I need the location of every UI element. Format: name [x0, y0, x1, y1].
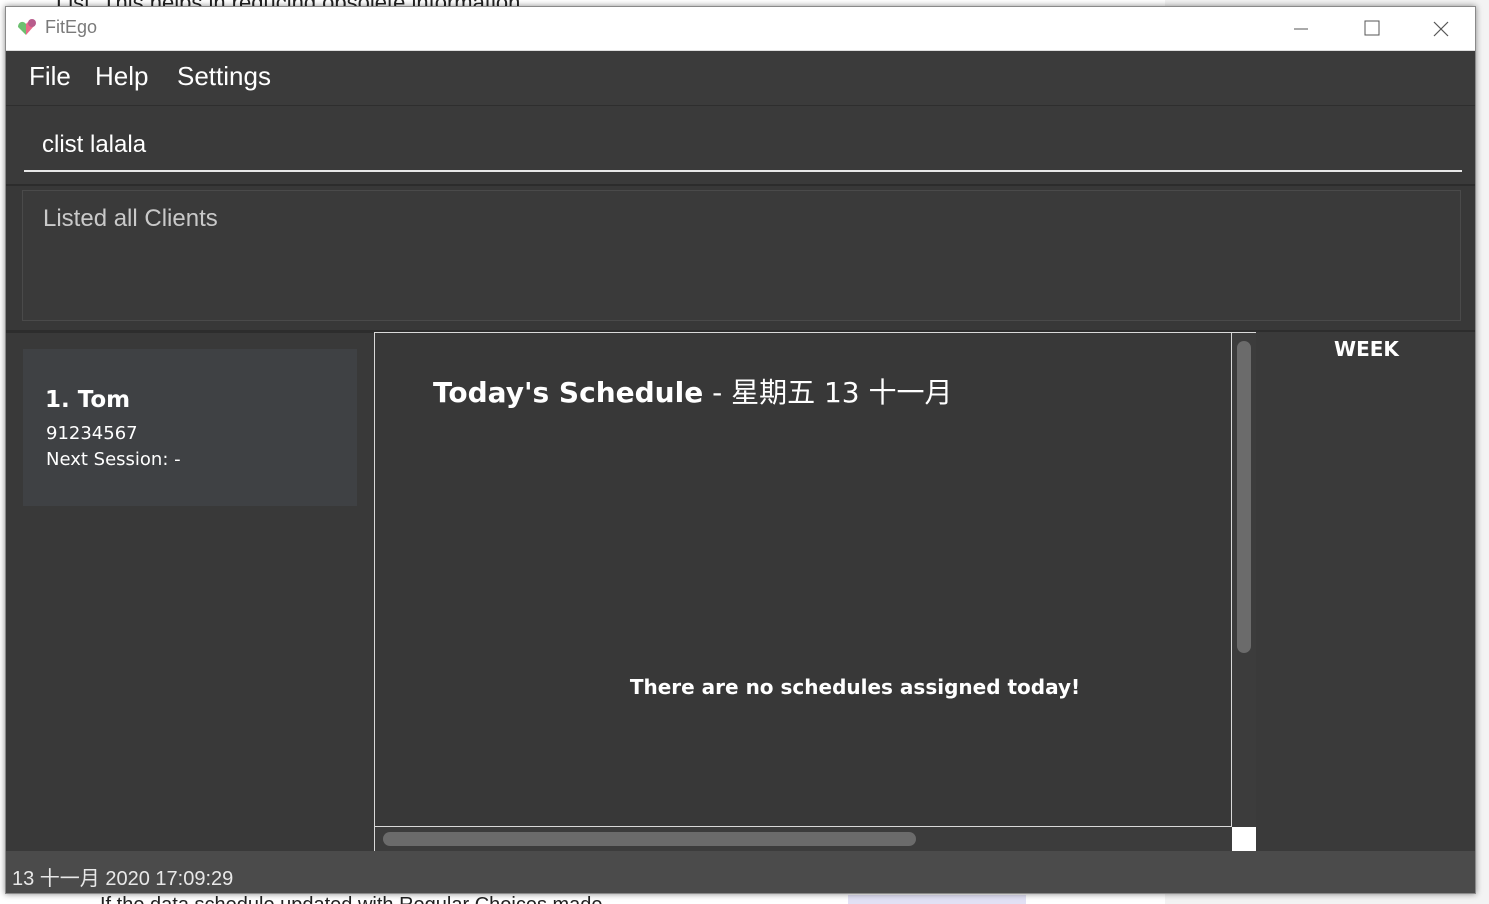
result-message: Listed all Clients: [43, 205, 218, 232]
schedule-panel: Today's Schedule - 星期五 13 十一月 There are …: [374, 332, 1256, 851]
vertical-scrollbar[interactable]: [1232, 333, 1256, 827]
status-bar: 13 十一月 2020 17:09:29: [6, 851, 1475, 893]
schedule-viewport: Today's Schedule - 星期五 13 十一月 There are …: [375, 333, 1232, 827]
menu-bar: File Help Settings: [6, 51, 1475, 107]
maximize-button[interactable]: [1336, 7, 1406, 51]
schedule-title: Today's Schedule - 星期五 13 十一月: [433, 371, 953, 411]
app-window: FitEgo File Help Settings Listed all Cli…: [5, 6, 1476, 894]
close-button[interactable]: [1406, 7, 1475, 51]
window-title: FitEgo: [45, 17, 98, 37]
horizontal-scrollbar[interactable]: [375, 827, 1232, 851]
title-bar[interactable]: FitEgo: [6, 7, 1475, 51]
result-textarea[interactable]: Listed all Clients: [22, 190, 1461, 321]
result-display: Listed all Clients: [6, 186, 1475, 333]
week-label: WEEK: [1334, 337, 1399, 361]
status-datetime: 13 十一月 2020 17:09:29: [12, 868, 234, 890]
scrollbar-corner: [1232, 827, 1256, 851]
schedule-empty-message: There are no schedules assigned today!: [629, 675, 1081, 699]
menu-settings[interactable]: Settings: [177, 61, 271, 92]
command-input[interactable]: [24, 120, 1462, 172]
menu-file[interactable]: File: [29, 61, 71, 92]
fitego-logo-icon: [16, 17, 40, 39]
client-next-session: Next Session: -: [46, 449, 181, 470]
client-name: 1. Tom: [45, 387, 131, 413]
client-phone: 91234567: [46, 423, 138, 444]
client-card[interactable]: 1. Tom 91234567 Next Session: -: [23, 349, 357, 506]
background-document-text-bottom: If the data schedule updated with Regula…: [0, 894, 1165, 904]
menu-help[interactable]: Help: [95, 61, 148, 92]
vertical-scrollbar-thumb[interactable]: [1237, 341, 1251, 653]
week-panel: WEEK: [1256, 332, 1475, 851]
horizontal-scrollbar-thumb[interactable]: [383, 832, 916, 846]
command-box: [6, 106, 1475, 186]
schedule-title-date: - 星期五 13 十一月: [703, 376, 953, 409]
minimize-button[interactable]: [1266, 7, 1336, 51]
client-list-panel: 1. Tom 91234567 Next Session: -: [6, 333, 373, 851]
schedule-title-main: Today's Schedule: [433, 376, 704, 409]
